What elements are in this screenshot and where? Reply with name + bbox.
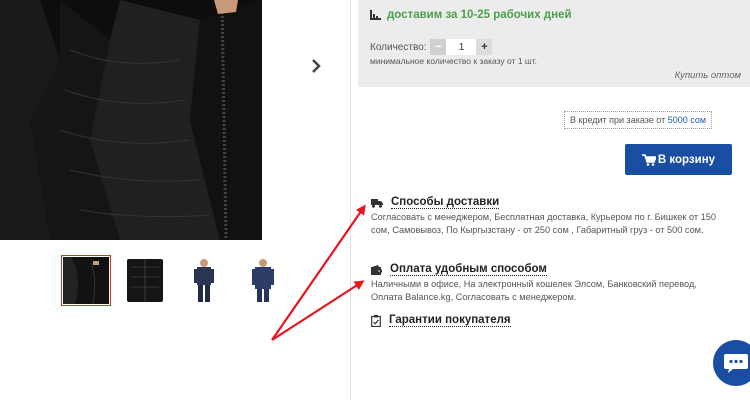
thumbnail-1[interactable] [61, 255, 111, 306]
buy-wholesale-link[interactable]: Купить оптом [675, 70, 741, 81]
thumbnail-2[interactable] [120, 255, 170, 306]
quantity-input[interactable] [446, 39, 477, 55]
delivery-methods-text: Согласовать с менеджером, Бесплатная дос… [371, 212, 716, 235]
next-image-button[interactable] [306, 56, 326, 76]
product-main-image[interactable] [0, 0, 262, 240]
delivery-time-text: доставим за 10-25 рабочих дней [387, 9, 572, 21]
payment-methods-text: Наличными в офисе, На электронный кошеле… [371, 279, 697, 302]
truck-icon [371, 198, 383, 208]
quantity-label: Количество: [370, 41, 427, 53]
payment-methods-link[interactable]: Оплата удобным способом [390, 263, 547, 276]
bar-chart-icon [370, 10, 381, 20]
delivery-time: доставим за 10-25 рабочих дней [370, 9, 572, 21]
thumbnail-4[interactable] [238, 255, 288, 306]
wallet-icon [371, 264, 382, 275]
add-to-cart-button[interactable]: В корзину [625, 144, 732, 175]
order-options-box: доставим за 10-25 рабочих дней Количеств… [358, 0, 750, 87]
quantity-stepper: Количество: − + [370, 39, 493, 55]
thumbnail-3[interactable] [179, 255, 229, 306]
add-to-cart-label: В корзину [657, 153, 716, 166]
delivery-methods-link[interactable]: Способы доставки [391, 196, 500, 209]
buyer-guarantee-link[interactable]: Гарантии покупателя [389, 314, 511, 327]
minimum-quantity-note: минимальное количество к заказу от 1 шт. [370, 56, 538, 66]
payment-methods-section: Оплата удобным способом Наличными в офис… [371, 263, 731, 304]
credit-amount: 5000 сом [667, 115, 707, 125]
cart-icon [641, 153, 656, 166]
product-info-panel: доставим за 10-25 рабочих дней Количеств… [350, 0, 750, 400]
quantity-minus-button[interactable]: − [430, 39, 447, 55]
document-check-icon [371, 314, 381, 327]
credit-offer[interactable]: В кредит при заказе от 5000 сом [564, 111, 713, 129]
credit-text: В кредит при заказе от [570, 115, 666, 125]
buyer-guarantee-section: Гарантии покупателя [371, 314, 731, 327]
thumbnail-strip [61, 255, 288, 306]
quantity-plus-button[interactable]: + [476, 39, 493, 55]
chat-icon [724, 354, 748, 373]
delivery-methods-section: Способы доставки Согласовать с менеджеро… [371, 196, 731, 237]
next-chevron-icon [312, 59, 321, 73]
